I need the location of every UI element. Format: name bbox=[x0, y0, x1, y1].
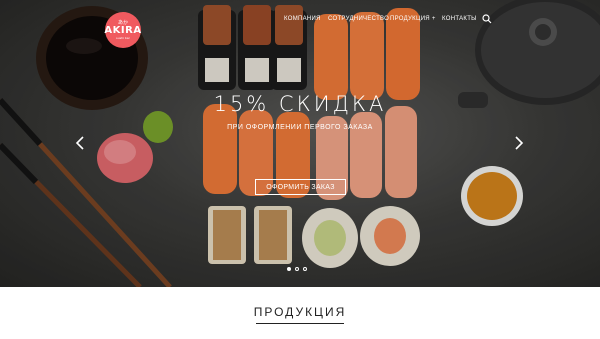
nav-item-company[interactable]: КОМПАНИЯ bbox=[284, 16, 321, 22]
order-button[interactable]: ОФОРМИТЬ ЗАКАЗ bbox=[255, 179, 346, 195]
nav-item-cooperation[interactable]: СОТРУДНИЧЕСТВО bbox=[328, 16, 389, 22]
slider-dot-1[interactable] bbox=[287, 267, 291, 271]
section-title-text: ПРОДУКЦИЯ bbox=[253, 305, 347, 319]
search-icon[interactable] bbox=[482, 14, 492, 24]
sushi-photo bbox=[0, 0, 600, 287]
slider-dot-3[interactable] bbox=[303, 267, 307, 271]
logo-sub: sushi bar bbox=[116, 35, 130, 40]
brand-logo[interactable]: あか AKIRA sushi bar bbox=[104, 12, 142, 48]
nav-item-contacts[interactable]: КОНТАКТЫ bbox=[442, 16, 477, 22]
hero-headline: 15% СКИДКА bbox=[213, 92, 387, 116]
hero-subtitle: ПРИ ОФОРМЛЕНИИ ПЕРВОГО ЗАКАЗА bbox=[227, 124, 373, 131]
chevron-left-icon[interactable] bbox=[75, 136, 85, 150]
nav-item-products[interactable]: ПРОДУКЦИЯ + bbox=[390, 16, 436, 22]
products-section-title: ПРОДУКЦИЯ bbox=[0, 305, 600, 324]
slider-dots bbox=[287, 267, 307, 271]
chevron-right-icon[interactable] bbox=[514, 136, 524, 150]
title-underline bbox=[256, 323, 344, 324]
hero-slider: あか AKIRA sushi bar КОМПАНИЯ СОТРУДНИЧЕСТ… bbox=[0, 0, 600, 287]
logo-name: AKIRA bbox=[104, 24, 142, 36]
slider-dot-2[interactable] bbox=[295, 267, 299, 271]
